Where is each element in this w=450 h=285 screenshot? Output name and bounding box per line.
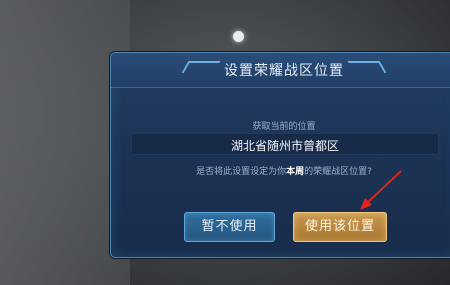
use-location-button[interactable]: 使用该位置 bbox=[293, 212, 387, 242]
confirm-question: 是否将此设置设定为你本周的荣耀战区位置? bbox=[111, 164, 450, 177]
glory-zone-dialog: 设置荣耀战区位置 获取当前的位置 湖北省随州市曾都区 是否将此设置设定为你本周的… bbox=[110, 52, 450, 258]
location-display: 湖北省随州市曾都区 bbox=[131, 133, 439, 155]
dialog-title: 设置荣耀战区位置 bbox=[224, 63, 344, 79]
question-prefix: 是否将此设置设定为你 bbox=[196, 167, 287, 177]
question-suffix: 的荣耀战区位置? bbox=[304, 167, 372, 177]
question-bold: 本周 bbox=[286, 167, 305, 177]
dialog-title-bar: 设置荣耀战区位置 bbox=[111, 53, 450, 88]
location-value: 湖北省随州市曾都区 bbox=[230, 139, 339, 153]
not-now-button[interactable]: 暂不使用 bbox=[184, 212, 275, 242]
current-location-label: 获取当前的位置 bbox=[252, 122, 316, 132]
notch-dot bbox=[233, 31, 244, 42]
